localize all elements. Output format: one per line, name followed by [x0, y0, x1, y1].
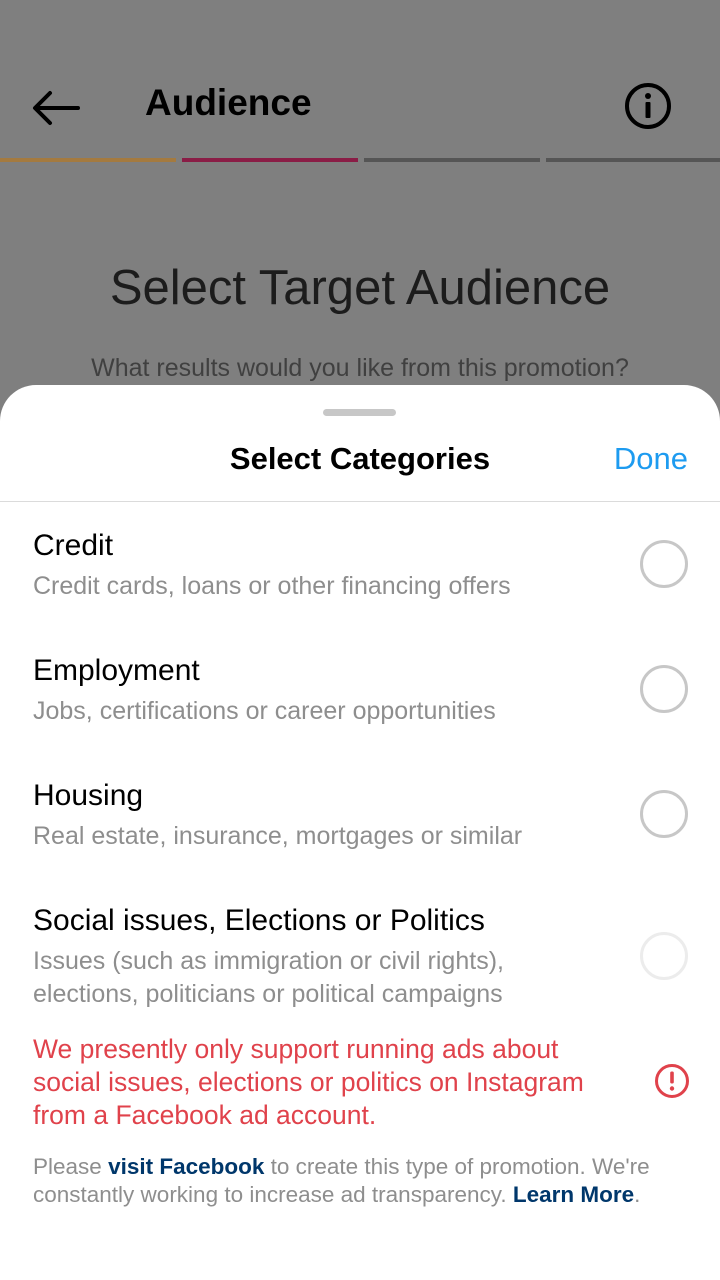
visit-facebook-link[interactable]: visit Facebook [108, 1154, 264, 1179]
progress-step-2 [182, 158, 358, 162]
target-audience-subheading: What results would you like from this pr… [91, 354, 629, 382]
category-title: Housing [33, 779, 144, 812]
category-title: Social issues, Elections or Politics [33, 904, 485, 937]
category-radio[interactable] [640, 790, 688, 838]
category-description: Jobs, certifications or career opportuni… [33, 697, 496, 725]
progress-step-3 [364, 158, 540, 162]
sheet-title: Select Categories [229, 441, 491, 476]
info-icon [625, 83, 671, 129]
category-title: Credit [33, 529, 114, 562]
top-bar: Audience [0, 60, 720, 152]
sheet-drag-handle[interactable] [323, 409, 396, 416]
learn-more-link[interactable]: Learn More [513, 1182, 634, 1207]
warning-message: We presently only support running ads ab… [33, 1034, 584, 1130]
category-radio[interactable] [640, 665, 688, 713]
category-radio-disabled [640, 932, 688, 980]
info-button[interactable] [624, 82, 672, 130]
category-title: Employment [33, 654, 200, 687]
info-note: Please visit Facebook to create this typ… [33, 1153, 693, 1209]
progress-step-4 [546, 158, 720, 162]
category-description: Credit cards, loans or other financing o… [33, 572, 511, 600]
arrow-left-icon [33, 91, 80, 125]
note-suffix: . [634, 1182, 641, 1207]
page-title: Audience [145, 82, 312, 123]
note-prefix: Please [33, 1154, 109, 1179]
done-button[interactable]: Done [614, 441, 688, 477]
warning-icon [654, 1063, 690, 1099]
category-description: Issues (such as immigration or civil rig… [33, 947, 504, 1008]
category-description: Real estate, insurance, mortgages or sim… [33, 822, 523, 850]
target-audience-heading: Select Target Audience [109, 261, 611, 315]
category-radio[interactable] [640, 540, 688, 588]
sheet-divider [0, 501, 720, 502]
select-categories-sheet: Select Categories Done Credit Credit car… [0, 385, 720, 1280]
back-button[interactable] [30, 88, 82, 128]
progress-step-1 [0, 158, 176, 162]
